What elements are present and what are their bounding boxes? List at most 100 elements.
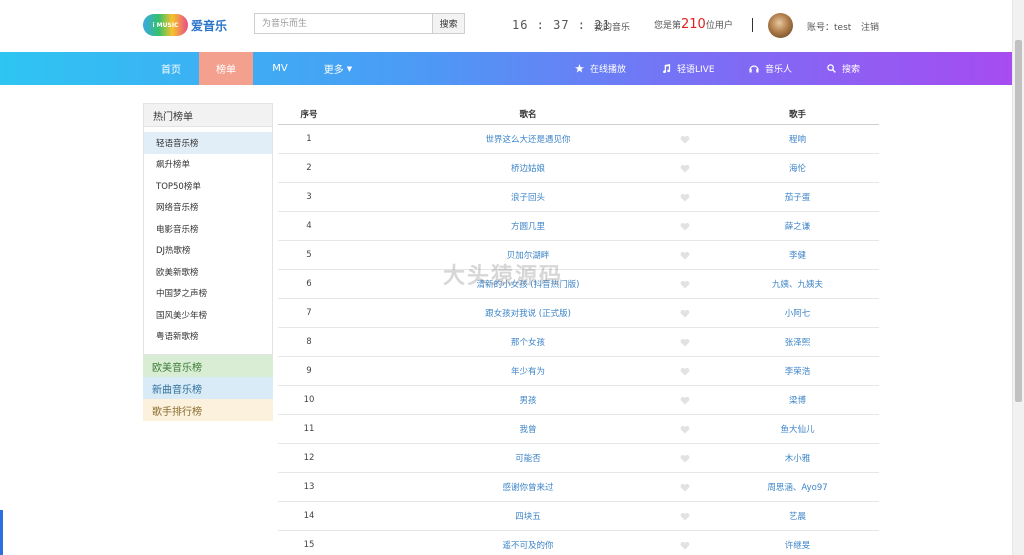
row-num: 5: [306, 250, 312, 260]
song-link[interactable]: 世界这么大还是遇见你: [340, 133, 716, 145]
nav-online-play[interactable]: 在线播放: [575, 52, 626, 85]
table-row: 4 方圆几里 薛之谦: [278, 212, 879, 241]
song-link[interactable]: 方圆几里: [340, 220, 716, 232]
search-box: 搜索: [254, 13, 465, 34]
artist-link[interactable]: 许继旻: [716, 539, 879, 551]
row-num: 1: [306, 134, 312, 144]
nav-home[interactable]: 首页: [145, 52, 197, 85]
artist-link[interactable]: 李荣浩: [716, 365, 879, 377]
song-link[interactable]: 桥边姑娘: [340, 162, 716, 174]
row-num: 10: [303, 395, 315, 405]
sidebar-item[interactable]: 粤语新歌榜: [144, 326, 272, 348]
main-nav: 首页 榜单 MV 更多 ▼ 在线播放 轻语LIVE 音乐人 搜索: [0, 52, 1012, 85]
artist-link[interactable]: 李健: [716, 249, 879, 261]
artist-link[interactable]: 海伦: [716, 162, 879, 174]
artist-link[interactable]: 周思涵、Ayo97: [716, 481, 879, 493]
row-num: 9: [306, 366, 312, 376]
song-link[interactable]: 我曾: [340, 423, 716, 435]
sidebar-item[interactable]: 国风美少年榜: [144, 304, 272, 326]
row-num: 4: [306, 221, 312, 231]
sidebar-item[interactable]: 电影音乐榜: [144, 218, 272, 240]
user-rank-number: 210: [681, 17, 706, 32]
star-icon: [575, 64, 584, 73]
artist-link[interactable]: 木小雅: [716, 452, 879, 464]
sidebar-item[interactable]: DJ热歌榜: [144, 240, 272, 262]
song-link[interactable]: 四块五: [340, 510, 716, 522]
table-row: 2 桥边姑娘 海伦: [278, 154, 879, 183]
song-link[interactable]: 感谢你曾来过: [340, 481, 716, 493]
sidebar-item[interactable]: 网络音乐榜: [144, 197, 272, 219]
row-num: 13: [303, 482, 315, 492]
heart-icon[interactable]: [680, 454, 690, 463]
artist-link[interactable]: 张泽熙: [716, 336, 879, 348]
sidebar-item[interactable]: TOP50榜单: [144, 175, 272, 197]
heart-icon[interactable]: [680, 541, 690, 550]
song-link[interactable]: 男孩: [340, 394, 716, 406]
nav-rank[interactable]: 榜单: [199, 52, 253, 85]
music-note-icon: [663, 63, 671, 73]
logo-badge: i MUSIC: [143, 14, 188, 36]
heart-icon[interactable]: [680, 338, 690, 347]
user-rank-text: 您是第210位用户: [654, 17, 733, 32]
nav-musicians[interactable]: 音乐人: [749, 52, 792, 85]
song-link[interactable]: 年少有为: [340, 365, 716, 377]
heart-icon[interactable]: [680, 396, 690, 405]
artist-link[interactable]: 茄子蛋: [716, 191, 879, 203]
nav-light-live[interactable]: 轻语LIVE: [662, 52, 715, 85]
heart-icon[interactable]: [680, 367, 690, 376]
sidebar-category-western[interactable]: 欧美音乐榜: [143, 355, 273, 377]
heart-icon[interactable]: [680, 512, 690, 521]
artist-link[interactable]: 鱼大仙儿: [716, 423, 879, 435]
header-artist: 歌手: [788, 109, 806, 120]
artist-link[interactable]: 九姨、九姨夫: [716, 278, 879, 290]
table-row: 1 世界这么大还是遇见你 程响: [278, 125, 879, 154]
nav-more[interactable]: 更多 ▼: [315, 52, 361, 85]
song-link[interactable]: 那个女孩: [340, 336, 716, 348]
heart-icon[interactable]: [680, 309, 690, 318]
header-divider: [752, 18, 753, 32]
my-music-link[interactable]: 我的音乐: [594, 20, 630, 33]
artist-link[interactable]: 薛之谦: [716, 220, 879, 232]
search-input[interactable]: [255, 14, 433, 33]
heart-icon[interactable]: [680, 280, 690, 289]
table-row: 12 可能否 木小雅: [278, 444, 879, 473]
row-num: 3: [306, 192, 312, 202]
sidebar-item[interactable]: 中国梦之声榜: [144, 283, 272, 305]
artist-link[interactable]: 梁博: [716, 394, 879, 406]
sidebar-item[interactable]: 欧美新歌榜: [144, 261, 272, 283]
top-header: i MUSIC 爱音乐 搜索 16 : 37 : 21 我的音乐 您是第210位…: [0, 0, 1012, 52]
avatar[interactable]: [768, 13, 793, 38]
nav-mv[interactable]: MV: [259, 52, 301, 85]
scrollbar-thumb[interactable]: [1015, 40, 1022, 402]
site-logo[interactable]: i MUSIC 爱音乐: [143, 13, 227, 37]
song-link[interactable]: 遥不可及的你: [340, 539, 716, 551]
song-link[interactable]: 跟女孩对我说 (正式版): [340, 307, 716, 319]
sidebar-category-new[interactable]: 新曲音乐榜: [143, 377, 273, 399]
heart-icon[interactable]: [680, 164, 690, 173]
song-link[interactable]: 浪子回头: [340, 191, 716, 203]
artist-link[interactable]: 艺晨: [716, 510, 879, 522]
heart-icon[interactable]: [680, 483, 690, 492]
watermark: 大头猿源码: [443, 264, 564, 289]
logout-link[interactable]: 注销: [861, 20, 879, 33]
heart-icon[interactable]: [680, 135, 690, 144]
heart-icon[interactable]: [680, 222, 690, 231]
nav-search[interactable]: 搜索: [827, 52, 860, 85]
row-num: 7: [306, 308, 312, 318]
chart-sidebar: 热门榜单 轻语音乐榜 飙升榜单 TOP50榜单 网络音乐榜 电影音乐榜 DJ热歌…: [143, 103, 273, 421]
heart-icon[interactable]: [680, 193, 690, 202]
sidebar-item[interactable]: 轻语音乐榜: [144, 132, 272, 154]
scrollbar[interactable]: [1012, 0, 1024, 555]
artist-link[interactable]: 程响: [716, 133, 879, 145]
heart-icon[interactable]: [680, 251, 690, 260]
search-button[interactable]: 搜索: [432, 14, 464, 33]
heart-icon[interactable]: [680, 425, 690, 434]
row-num: 2: [306, 163, 312, 173]
sidebar-heading: 热门榜单: [143, 103, 273, 127]
table-row: 10 男孩 梁博: [278, 386, 879, 415]
sidebar-category-artists[interactable]: 歌手排行榜: [143, 399, 273, 421]
song-link[interactable]: 可能否: [340, 452, 716, 464]
sidebar-item[interactable]: 飙升榜单: [144, 154, 272, 176]
table-row: 5 贝加尔湖畔 李健: [278, 241, 879, 270]
artist-link[interactable]: 小阿七: [716, 307, 879, 319]
